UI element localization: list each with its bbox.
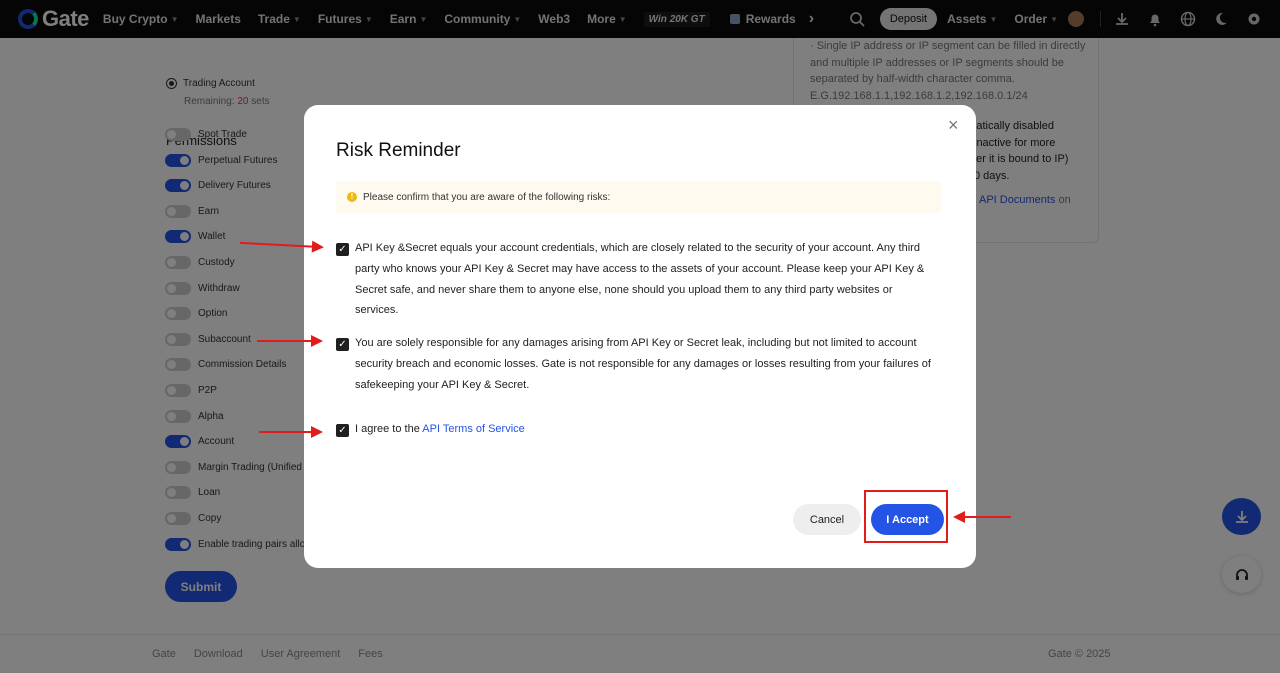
checkbox-check-icon[interactable]: ✓	[336, 424, 349, 437]
accept-highlight-box	[864, 490, 948, 543]
terms-prefix: I agree to the	[355, 423, 423, 435]
risk-check-1[interactable]: ✓ API Key &Secret equals your account cr…	[336, 241, 937, 321]
risk-check-text: You are solely responsible for any damag…	[355, 337, 931, 391]
risk-check-text: API Key &Secret equals your account cred…	[355, 242, 925, 317]
terms-agree-text: I agree to the API Terms of Service	[355, 419, 937, 440]
annotation-arrow	[953, 511, 1011, 523]
api-terms-link[interactable]: API Terms of Service	[422, 423, 525, 435]
terms-agree-check[interactable]: ✓ I agree to the API Terms of Service	[336, 422, 937, 440]
warning-icon: !	[347, 192, 357, 202]
checkbox-check-icon[interactable]: ✓	[336, 338, 349, 351]
close-icon[interactable]: ×	[948, 116, 959, 134]
notice-text: Please confirm that you are aware of the…	[363, 191, 611, 203]
annotation-arrow	[259, 426, 323, 438]
modal-title: Risk Reminder	[336, 140, 461, 161]
annotation-arrow	[257, 335, 323, 347]
risk-notice: ! Please confirm that you are aware of t…	[336, 181, 941, 213]
cancel-button[interactable]: Cancel	[793, 504, 861, 535]
risk-check-2[interactable]: ✓ You are solely responsible for any dam…	[336, 336, 937, 395]
checkbox-check-icon[interactable]: ✓	[336, 243, 349, 256]
